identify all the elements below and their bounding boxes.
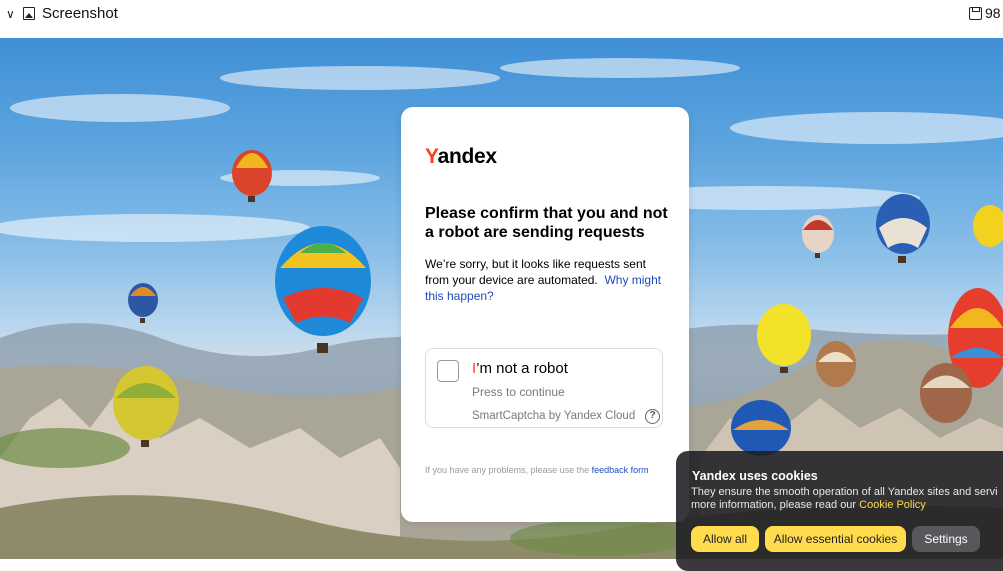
captcha-hint: Press to continue: [472, 385, 565, 399]
captcha-card: Yandex Please confirm that you and not a…: [401, 107, 689, 522]
balloon-9: [816, 341, 856, 387]
viewer-title: Screenshot: [42, 5, 118, 22]
save-icon[interactable]: [969, 7, 982, 20]
chevron-down-icon[interactable]: ∨: [6, 7, 15, 21]
balloon-12: [731, 400, 791, 456]
not-robot-checkbox[interactable]: [437, 360, 459, 382]
yandex-logo: Yandex: [425, 145, 497, 168]
balloon-1: [232, 150, 272, 202]
balloon-2: [275, 226, 371, 353]
balloon-7: [973, 205, 1003, 247]
balloon-6: [876, 194, 930, 263]
captcha-description: We’re sorry, but it looks like requests …: [425, 257, 662, 303]
viewer-toolbar: ∨ Screenshot 98: [0, 0, 1003, 38]
page-title: Please confirm that you and not a robot …: [425, 205, 668, 241]
cookie-description: They ensure the smooth operation of all …: [691, 486, 998, 511]
cookie-policy-link[interactable]: Cookie Policy: [859, 499, 926, 511]
feedback-form-link[interactable]: feedback form: [592, 465, 649, 475]
balloon-5: [802, 215, 834, 258]
image-icon: [23, 7, 35, 20]
cookie-banner: Yandex uses cookies They ensure the smoo…: [676, 451, 1003, 571]
cookie-settings-button[interactable]: Settings: [912, 526, 980, 552]
allow-essential-cookies-button[interactable]: Allow essential cookies: [765, 526, 906, 552]
feedback-note: If you have any problems, please use the…: [425, 465, 649, 475]
help-icon[interactable]: ?: [645, 409, 660, 424]
allow-all-button[interactable]: Allow all: [691, 526, 759, 552]
captcha-brand: SmartCaptcha by Yandex Cloud: [472, 410, 636, 422]
not-robot-label[interactable]: I’m not a robot: [472, 360, 568, 377]
smartcaptcha-widget[interactable]: I’m not a robot Press to continue SmartC…: [425, 348, 663, 428]
balloon-3: [128, 283, 158, 323]
cookie-title: Yandex uses cookies: [692, 469, 818, 483]
viewer-size-label: 98: [985, 5, 1001, 21]
balloon-11: [920, 363, 972, 423]
